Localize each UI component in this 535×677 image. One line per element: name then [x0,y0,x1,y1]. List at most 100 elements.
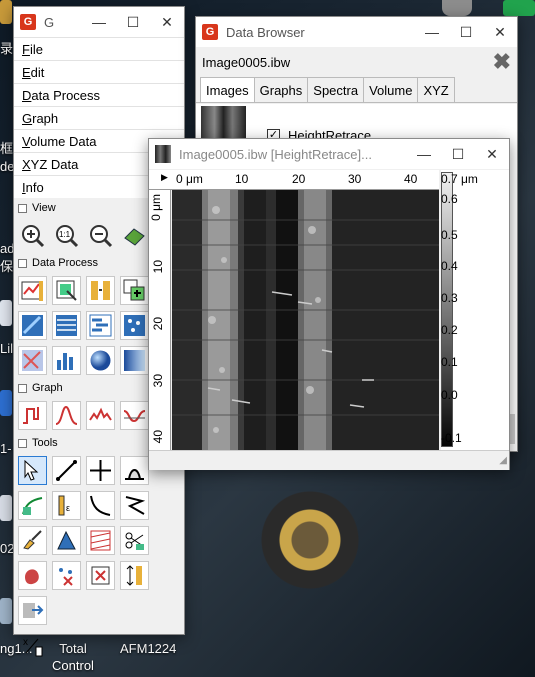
line-filter-icon[interactable] [52,311,81,340]
particles-icon[interactable] [120,311,149,340]
height-tool-icon[interactable] [120,561,149,590]
curve-tool-icon[interactable] [18,491,47,520]
tab-spectra[interactable]: Spectra [307,77,365,102]
scatter-tool-icon[interactable] [52,561,81,590]
resize-grip-icon[interactable]: ◢ [499,455,507,466]
graph-peak-icon[interactable] [52,401,81,430]
data-browser-close-button[interactable]: ✕ [483,17,517,47]
hatch-tool-icon[interactable] [86,526,115,555]
cut-tool-icon[interactable] [120,526,149,555]
tab-xyz[interactable]: XYZ [417,77,455,102]
cbar-tick-3: 0.4 [441,259,458,273]
main-tool-title: G [44,14,55,30]
desktop-icon-file2[interactable] [0,598,12,624]
export-tool-icon[interactable] [18,596,47,625]
image-window-close-button[interactable]: ✕ [475,139,509,169]
desktop-icon-folder[interactable] [0,0,12,24]
menu-graph-rest: raph [32,111,59,126]
menu-data-process-rest: ata Process [31,88,101,103]
pointer-tool-icon[interactable] [18,456,47,485]
menu-xyz-data-rest: YZ Data [30,157,79,172]
desktop-icon-blue[interactable] [0,390,12,416]
line-profile-icon[interactable] [18,276,47,305]
section-tools-toggle[interactable] [18,438,27,448]
section-graph-toggle[interactable] [18,383,27,393]
xy-tool-icon[interactable]: x [18,631,47,660]
image-window-statusbar: ◢ [149,450,509,470]
image-window-titlebar[interactable]: Image0005.ibw [HeightRetrace]... — ☐ ✕ [149,139,509,169]
menu-xyz-data-accel: X [22,157,31,172]
section-view-label: View [32,202,56,214]
duplicate-icon[interactable] [120,276,149,305]
section-view-toggle[interactable] [18,203,27,213]
eraser-icon[interactable] [120,221,149,250]
section-tools-label: Tools [32,437,58,449]
image-window: Image0005.ibw [HeightRetrace]... — ☐ ✕ ▶… [148,138,510,470]
zoom-in-icon[interactable] [18,221,47,250]
menu-file-rest: ile [29,42,43,57]
menu-graph[interactable]: Graph [14,106,184,129]
tab-graphs[interactable]: Graphs [253,77,309,102]
mask-icon[interactable] [18,346,47,375]
image-window-minimize-button[interactable]: — [407,139,441,169]
maximize-button[interactable]: ☐ [116,7,150,37]
crop-icon[interactable] [52,276,81,305]
data-browser-titlebar[interactable]: G Data Browser — ☐ ✕ [196,17,517,47]
section-data-process-toggle[interactable] [18,258,27,268]
minimize-button[interactable]: — [82,7,116,37]
image-window-title: Image0005.ibw [HeightRetrace]... [179,146,372,162]
desktop-icon-settings[interactable] [442,0,472,16]
decay-tool-icon[interactable] [86,491,115,520]
triangle-tool-icon[interactable] [52,526,81,555]
menu-data-process[interactable]: Data Process [14,83,184,106]
main-tool-titlebar[interactable]: G G — ☐ ✕ [14,7,184,37]
peak-tool-icon[interactable] [120,456,149,485]
rotate-icon[interactable] [18,311,47,340]
desktop-icon-file[interactable] [0,495,12,521]
graph-step-icon[interactable] [18,401,47,430]
cbar-tick-8: -0.1 [441,431,462,445]
afm-height-image[interactable] [172,190,439,450]
zoom-out-icon[interactable] [86,221,115,250]
menu-graph-accel: G [22,111,33,126]
gradient-icon[interactable] [120,346,149,375]
close-button[interactable]: ✕ [150,7,184,37]
line-tool-icon[interactable] [52,456,81,485]
zoom-1to1-icon[interactable]: 1:1 [52,221,81,250]
menu-edit[interactable]: Edit [14,60,184,83]
x-tick-30: 30 [348,172,362,186]
cbar-tick-2: 0.5 [441,228,458,242]
data-browser-title: Data Browser [226,24,305,40]
crosshair-tool-icon[interactable] [86,456,115,485]
menu-file[interactable]: File [14,37,184,60]
tab-volume[interactable]: Volume [363,77,419,102]
x-axis-ruler: ▶ 0 μm 10 20 30 40 [149,170,439,190]
cbar-tick-6: 0.1 [441,355,458,369]
data-browser-file-name: Image0005.ibw [202,54,291,70]
graph-multi-icon[interactable] [120,401,149,430]
brush-tool-icon[interactable] [18,526,47,555]
desktop-icon-app[interactable] [503,0,535,16]
tab-images[interactable]: Images [200,77,255,102]
close-box-tool-icon[interactable] [86,561,115,590]
data-browser-minimize-button[interactable]: — [415,17,449,47]
image-window-maximize-button[interactable]: ☐ [441,139,475,169]
y-tick-10: 10 [151,260,165,274]
blob-tool-icon[interactable] [18,561,47,590]
menu-edit-accel: E [22,65,31,80]
cbar-tick-0: 0.7 μm [441,172,478,186]
desktop-edge-text-1: 框 [0,141,14,156]
wave-tool-icon[interactable] [120,491,149,520]
step-icon[interactable] [86,311,115,340]
remove-file-icon[interactable]: ✖ [493,49,511,75]
flatten-icon[interactable] [86,276,115,305]
histogram-icon[interactable] [52,346,81,375]
desktop-icon-doc[interactable] [0,300,12,326]
svg-text:1:1: 1:1 [59,230,71,239]
sphere-icon[interactable] [86,346,115,375]
data-browser-maximize-button[interactable]: ☐ [449,17,483,47]
tools-row6: x [14,628,184,663]
menu-volume-data-rest: olume Data [29,134,97,149]
measure-tool-icon[interactable]: ε [52,491,81,520]
graph-noise-icon[interactable] [86,401,115,430]
